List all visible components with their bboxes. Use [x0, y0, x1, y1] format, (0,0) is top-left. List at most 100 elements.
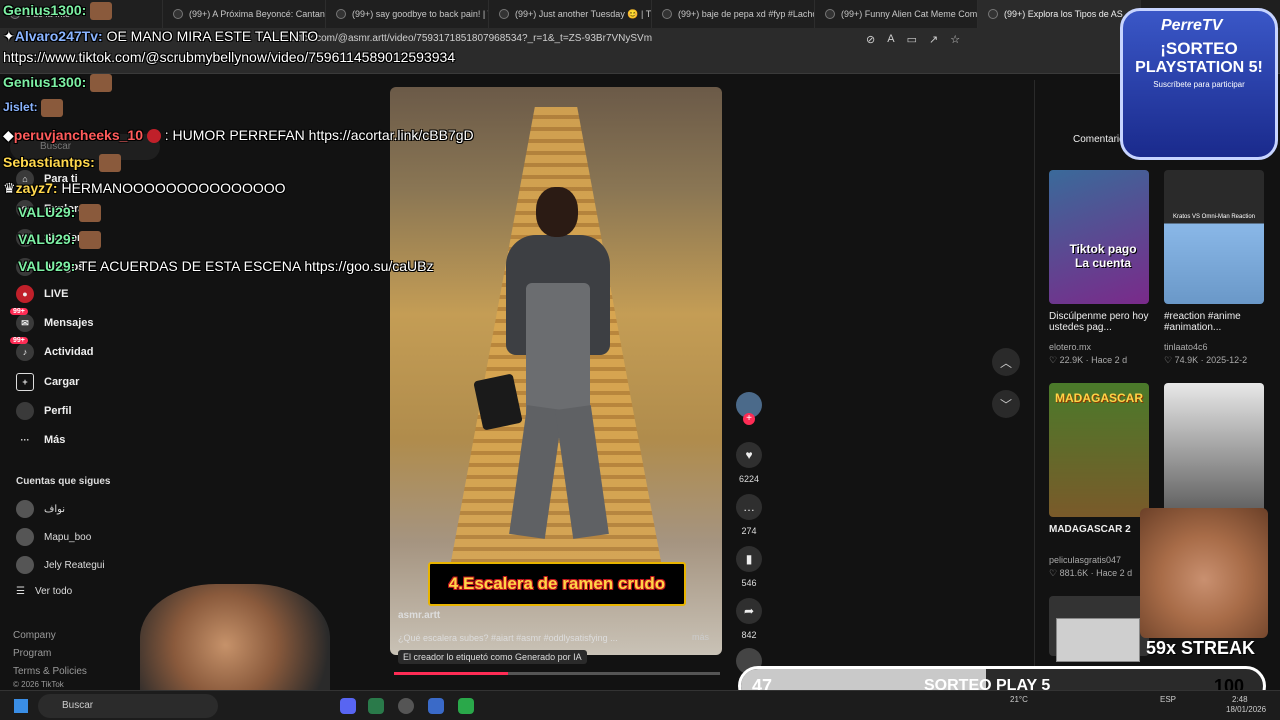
share-count: 842: [741, 630, 757, 640]
star-icon[interactable]: ☆: [950, 33, 960, 46]
app-icon[interactable]: [428, 698, 444, 714]
video-thumbnail[interactable]: Kratos VS Omni-Man Reaction: [1164, 170, 1264, 304]
inventory-widget: [1056, 618, 1140, 662]
language-indicator[interactable]: ESP: [1160, 695, 1176, 704]
video-author[interactable]: asmr.artt: [398, 610, 440, 621]
chevron-down-icon: ﹀: [999, 397, 1012, 412]
chat-message: Jislet:: [3, 99, 64, 117]
browser-tab-active[interactable]: (99+) Explora los Tipos de AS✕: [978, 0, 1141, 28]
creator-avatar-button[interactable]: +: [736, 392, 762, 425]
chat-emote: [146, 129, 161, 144]
no-tracking-icon[interactable]: ⊘: [866, 33, 875, 46]
bookmark-icon: ▮: [736, 546, 762, 572]
video-card-author[interactable]: elotero.mx: [1049, 342, 1091, 352]
save-button[interactable]: ▮ 546: [736, 546, 762, 588]
giveaway-line1: ¡SORTEO: [1160, 39, 1238, 58]
previous-video-button[interactable]: ︿: [992, 348, 1020, 376]
more-icon: ···: [20, 435, 30, 445]
avatar: [16, 556, 34, 574]
chat-emote: [79, 204, 102, 223]
tiktok-icon: [662, 9, 672, 19]
tiktok-icon: [825, 9, 835, 19]
like-count: 6224: [738, 474, 760, 484]
chevron-up-icon: ︿: [999, 355, 1012, 370]
comment-count: 274: [741, 526, 757, 536]
browser-tab[interactable]: (99+) Funny Alien Cat Meme Comple: [815, 0, 978, 28]
sidebar-item-more[interactable]: ··· Más: [16, 431, 66, 449]
video-thumbnail[interactable]: [1164, 383, 1264, 517]
giveaway-brand: PerreTV: [1161, 17, 1223, 34]
clock-time[interactable]: 2:48: [1232, 695, 1248, 704]
video-thumbnail[interactable]: MADAGASCAR: [1049, 383, 1149, 517]
translate-icon[interactable]: A: [887, 33, 894, 46]
tiktok-icon: [499, 9, 509, 19]
crown-icon: ♛: [3, 180, 16, 196]
browser-tab[interactable]: (99+) baje de pepa xd #fyp #Lacholi: [652, 0, 815, 28]
video-person: [473, 187, 616, 567]
chat-emote: [90, 2, 113, 21]
follow-plus-icon[interactable]: +: [743, 413, 755, 425]
app-icon[interactable]: [458, 698, 474, 714]
giveaway-line2: PLAYSTATION 5!: [1135, 59, 1263, 76]
discord-icon[interactable]: [340, 698, 356, 714]
video-card-title[interactable]: Discúlpenme pero hoy ustedes pag...: [1049, 311, 1155, 333]
chat-emote: [79, 231, 102, 250]
giveaway-banner: PerreTV ¡SORTEO PLAYSTATION 5! Suscríbet…: [1120, 8, 1278, 160]
see-all-link[interactable]: ☰ Ver todo: [16, 586, 72, 597]
browser-tab[interactable]: (99+) Just another Tuesday 😊 | TikT: [489, 0, 652, 28]
chat-message: ◆peruvjancheeks_10 : HUMOR PERREFAN http…: [3, 127, 474, 144]
app-icon[interactable]: [368, 698, 384, 714]
tiktok-icon: [988, 9, 998, 19]
sidebar-item-messages[interactable]: ✉ 99+ Mensajes: [10, 308, 94, 332]
giveaway-subtitle: Suscríbete para participar: [1153, 80, 1245, 89]
sidebar-item-profile[interactable]: Perfil: [16, 402, 72, 420]
chat-emote: [41, 99, 64, 117]
chat-message: ✦Alvaro247Tv: OE MANO MIRA ESTE TALENTO: [3, 28, 319, 44]
footer-copyright: © 2026 TikTok: [13, 680, 64, 689]
notification-badge: 99+: [10, 337, 28, 344]
following-account[interactable]: Jely Reategui: [16, 556, 105, 574]
taskbar-search[interactable]: Buscar: [38, 694, 218, 718]
share-button[interactable]: ➦ 842: [736, 598, 762, 640]
address-bar-icons: ⊘ A ▭ ↗ ☆: [866, 33, 960, 46]
video-thumbnail[interactable]: Tiktok pago La cuenta: [1049, 170, 1149, 304]
video-card-author[interactable]: peliculasgratis047: [1049, 555, 1121, 565]
weather-readout: 21°C: [1010, 695, 1028, 704]
more-link[interactable]: más: [692, 632, 709, 642]
browser-tab-bar: s de la Inte (99+) A Próxima Beyoncé: Ca…: [0, 0, 1280, 28]
video-progress-bar[interactable]: [394, 672, 720, 675]
browser-tab[interactable]: (99+) A Próxima Beyoncé: Cantando: [163, 0, 326, 28]
list-icon: ☰: [16, 586, 25, 597]
footer-link-terms[interactable]: Terms & Policies: [13, 666, 87, 677]
notification-badge: 99+: [10, 308, 28, 315]
sidebar-item-activity[interactable]: ♪ 99+ Actividad: [10, 337, 94, 361]
reaction-emote-face: [1140, 508, 1268, 638]
sidebar-item-live[interactable]: ● LIVE: [16, 285, 68, 303]
following-account[interactable]: Mapu_boo: [16, 528, 91, 546]
footer-link-company[interactable]: Company: [13, 630, 56, 641]
sidebar-item-upload[interactable]: + Cargar: [16, 373, 79, 391]
obs-icon[interactable]: [398, 698, 414, 714]
windows-start-icon[interactable]: [14, 699, 28, 713]
following-section-title: Cuentas que sigues: [16, 476, 111, 487]
clock-date[interactable]: 18/01/2026: [1226, 705, 1266, 714]
share-icon[interactable]: ↗: [929, 33, 938, 46]
chat-message: VALU29:: [18, 204, 102, 223]
comment-icon: …: [736, 494, 762, 520]
following-account[interactable]: نواف: [16, 500, 65, 518]
chat-message: https://www.tiktok.com/@scrubmybellynow/…: [3, 49, 456, 65]
heart-icon: ♥: [736, 442, 762, 468]
video-caption-overlay: 4.Escalera de ramen crudo: [428, 562, 686, 606]
footer-link-program[interactable]: Program: [13, 648, 51, 659]
video-card-title[interactable]: #reaction #anime #animation...: [1164, 311, 1270, 333]
video-card-author[interactable]: tinlaato4c6: [1164, 342, 1208, 352]
url-field[interactable]: tiktok.com/@asmr.artt/video/759317185180…: [290, 33, 652, 44]
cast-icon[interactable]: ▭: [907, 33, 917, 46]
video-card-stats: ♡ 74.9K · 2025-12-2: [1164, 355, 1248, 365]
video-caption-text: 4.Escalera de ramen crudo: [448, 574, 666, 593]
next-video-button[interactable]: ﹀: [992, 390, 1020, 418]
like-button[interactable]: ♥ 6224: [736, 442, 762, 484]
browser-tab[interactable]: (99+) say goodbye to back pain! | Tik: [326, 0, 489, 28]
comment-button[interactable]: … 274: [736, 494, 762, 536]
chat-message: VALU29:: [18, 231, 102, 250]
